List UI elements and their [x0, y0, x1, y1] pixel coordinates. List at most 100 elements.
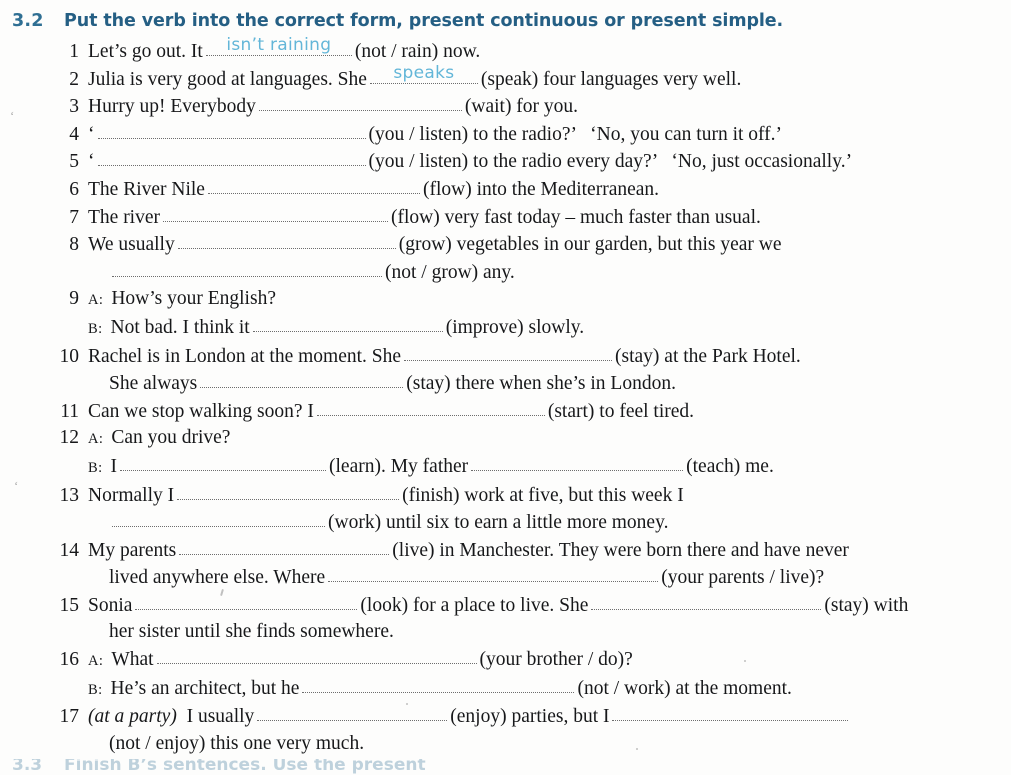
- question-row: 9 A: How’s your English?: [0, 286, 1011, 314]
- answer-blank[interactable]: isn’t raining: [205, 35, 352, 57]
- answer-blank[interactable]: [302, 675, 575, 694]
- question-body: Let’s go out. It isn’t raining (not / rain…: [88, 35, 1011, 66]
- question-text: Let’s go out. It: [88, 41, 203, 62]
- question-text: The river: [88, 206, 161, 228]
- question-text: She always: [109, 373, 198, 395]
- answer-blank[interactable]: [471, 453, 684, 472]
- exercise-heading: 3.2 Put the verb into the correct form, …: [0, 0, 1011, 31]
- question-body: Julia is very good at languages. She spea…: [88, 62, 1011, 94]
- question-body: Hurry up! Everybody (wait) for you.: [88, 93, 1011, 121]
- question-text: (not / grow) any.: [385, 261, 515, 283]
- question-row: 2 Julia is very good at languages. She spe…: [0, 62, 1011, 94]
- question-number: 10: [59, 345, 80, 367]
- question-body: B: I (learn). My father (teach) me.: [88, 453, 1011, 482]
- speaker-label: A:: [88, 653, 104, 670]
- speaker-label: A:: [88, 431, 104, 448]
- answer-blank[interactable]: [328, 564, 659, 583]
- question-number: 7: [69, 206, 79, 228]
- question-text: He’s an architect, but he: [110, 677, 300, 699]
- answer-blank[interactable]: [404, 343, 613, 362]
- question-number: 5: [69, 151, 79, 173]
- question-text: her sister until she finds somewhere.: [109, 621, 394, 643]
- question-row: 1 Let’s go out. It isn’t raining (not / rai…: [0, 35, 1011, 66]
- question-number: 17: [59, 706, 80, 728]
- question-row: She always (stay) there when she’s in Lon…: [0, 370, 1011, 398]
- answer-blank[interactable]: [316, 398, 545, 417]
- answer-blank[interactable]: [97, 148, 366, 167]
- answer-blank[interactable]: [200, 370, 404, 389]
- question-number: 3: [69, 96, 79, 118]
- question-body: (not / enjoy) this one very much.: [88, 731, 1011, 758]
- question-text: I: [110, 455, 118, 477]
- answer-blank[interactable]: [207, 176, 420, 195]
- question-row: 6 The River Nile (flow) into the Mediterra…: [0, 176, 1011, 204]
- answer-blank[interactable]: [177, 482, 400, 501]
- question-text: ‘: [88, 123, 95, 145]
- answer-blank[interactable]: [97, 121, 366, 140]
- answer-blank[interactable]: [163, 204, 389, 223]
- answer-blank[interactable]: [252, 314, 443, 333]
- workbook-page: 3.2 Put the verb into the correct form, …: [0, 0, 1011, 775]
- next-exercise-sliver: 3.3 Finish B’s sentences. Use the presen…: [0, 759, 1011, 775]
- answer-blank[interactable]: [179, 537, 390, 556]
- question-row: 16 A: What (your brother / do)?: [0, 646, 1011, 675]
- question-number: 14: [59, 539, 80, 561]
- question-body: Normally I (finish) work at five, but thi…: [88, 482, 1011, 510]
- question-row: (work) until six to earn a little more m…: [0, 509, 1011, 537]
- question-number: 4: [69, 123, 79, 145]
- question-number: 11: [60, 400, 79, 422]
- question-text: What: [111, 649, 154, 671]
- answer-blank[interactable]: [112, 509, 325, 528]
- answer-blank[interactable]: speaks: [369, 62, 478, 85]
- question-text: (wait) for you.: [464, 96, 579, 118]
- question-text: (start) to feel tired.: [547, 400, 695, 422]
- question-text: How’s your English?: [111, 288, 276, 310]
- question-row: 10 Rachel is in London at the moment. She…: [0, 343, 1011, 371]
- exercise-number: 3.2: [12, 11, 44, 31]
- answer-blank[interactable]: [257, 703, 448, 722]
- question-text: (speak) four languages very well.: [480, 68, 742, 90]
- question-number: 16: [59, 649, 80, 671]
- question-text: (flow) very fast today – much faster tha…: [391, 206, 761, 228]
- question-text: My parents: [88, 539, 177, 561]
- handwritten-answer: speaks: [393, 62, 455, 83]
- question-text: We usually: [88, 234, 175, 256]
- question-number: 13: [59, 484, 80, 506]
- answer-blank[interactable]: [591, 592, 822, 611]
- question-text: (grow) vegetables in our garden, but thi…: [398, 234, 782, 256]
- question-body: Rachel is in London at the moment. She (s…: [88, 343, 1011, 371]
- question-number: 9: [69, 288, 79, 310]
- question-text: (you / listen) to the radio?’ ‘No, you c…: [368, 123, 783, 145]
- question-body: A: Can you drive?: [88, 425, 1011, 453]
- question-number: 6: [69, 178, 79, 200]
- question-body: My parents (live) in Manchester. They wer…: [88, 537, 1011, 565]
- answer-blank[interactable]: [156, 646, 477, 665]
- answer-blank[interactable]: [258, 93, 462, 112]
- question-row: 15 Sonia (look) for a place to live. She (s…: [0, 592, 1011, 620]
- question-body: The River Nile (flow) into the Mediterran…: [88, 176, 1011, 204]
- handwritten-answer: isn’t raining: [226, 35, 332, 55]
- context-note: (at a party): [88, 706, 177, 728]
- question-body: (not / grow) any.: [88, 259, 1011, 287]
- speaker-label: B:: [88, 681, 103, 698]
- answer-blank[interactable]: [177, 231, 396, 250]
- question-text: (improve) slowly.: [445, 316, 585, 338]
- answer-blank[interactable]: [612, 703, 849, 722]
- question-row: B: I (learn). My father (teach) me.: [0, 453, 1011, 482]
- question-row: B: Not bad. I think it (improve) slowly.: [0, 314, 1011, 343]
- question-body: (at a party) I usually (enjoy) parties, b…: [88, 703, 1011, 731]
- question-text: (enjoy) parties, but I: [450, 706, 610, 728]
- question-body: ‘ (you / listen) to the radio every day?’…: [88, 148, 1011, 176]
- answer-blank[interactable]: [120, 453, 326, 472]
- question-row: 5 ‘ (you / listen) to the radio every day?…: [0, 148, 1011, 176]
- question-number: 2: [69, 68, 79, 90]
- question-row: lived anywhere else. Where (your parents …: [0, 564, 1011, 592]
- answer-blank[interactable]: [135, 592, 358, 611]
- answer-blank[interactable]: [112, 259, 382, 278]
- next-exercise-number: 3.3: [12, 759, 43, 775]
- question-row: her sister until she finds somewhere.: [0, 619, 1011, 646]
- question-body: lived anywhere else. Where (your parents …: [88, 564, 1011, 592]
- question-body: The river (flow) very fast today – much f…: [88, 204, 1011, 232]
- question-text: Not bad. I think it: [110, 316, 250, 338]
- question-row: 8 We usually (grow) vegetables in our gard…: [0, 231, 1011, 259]
